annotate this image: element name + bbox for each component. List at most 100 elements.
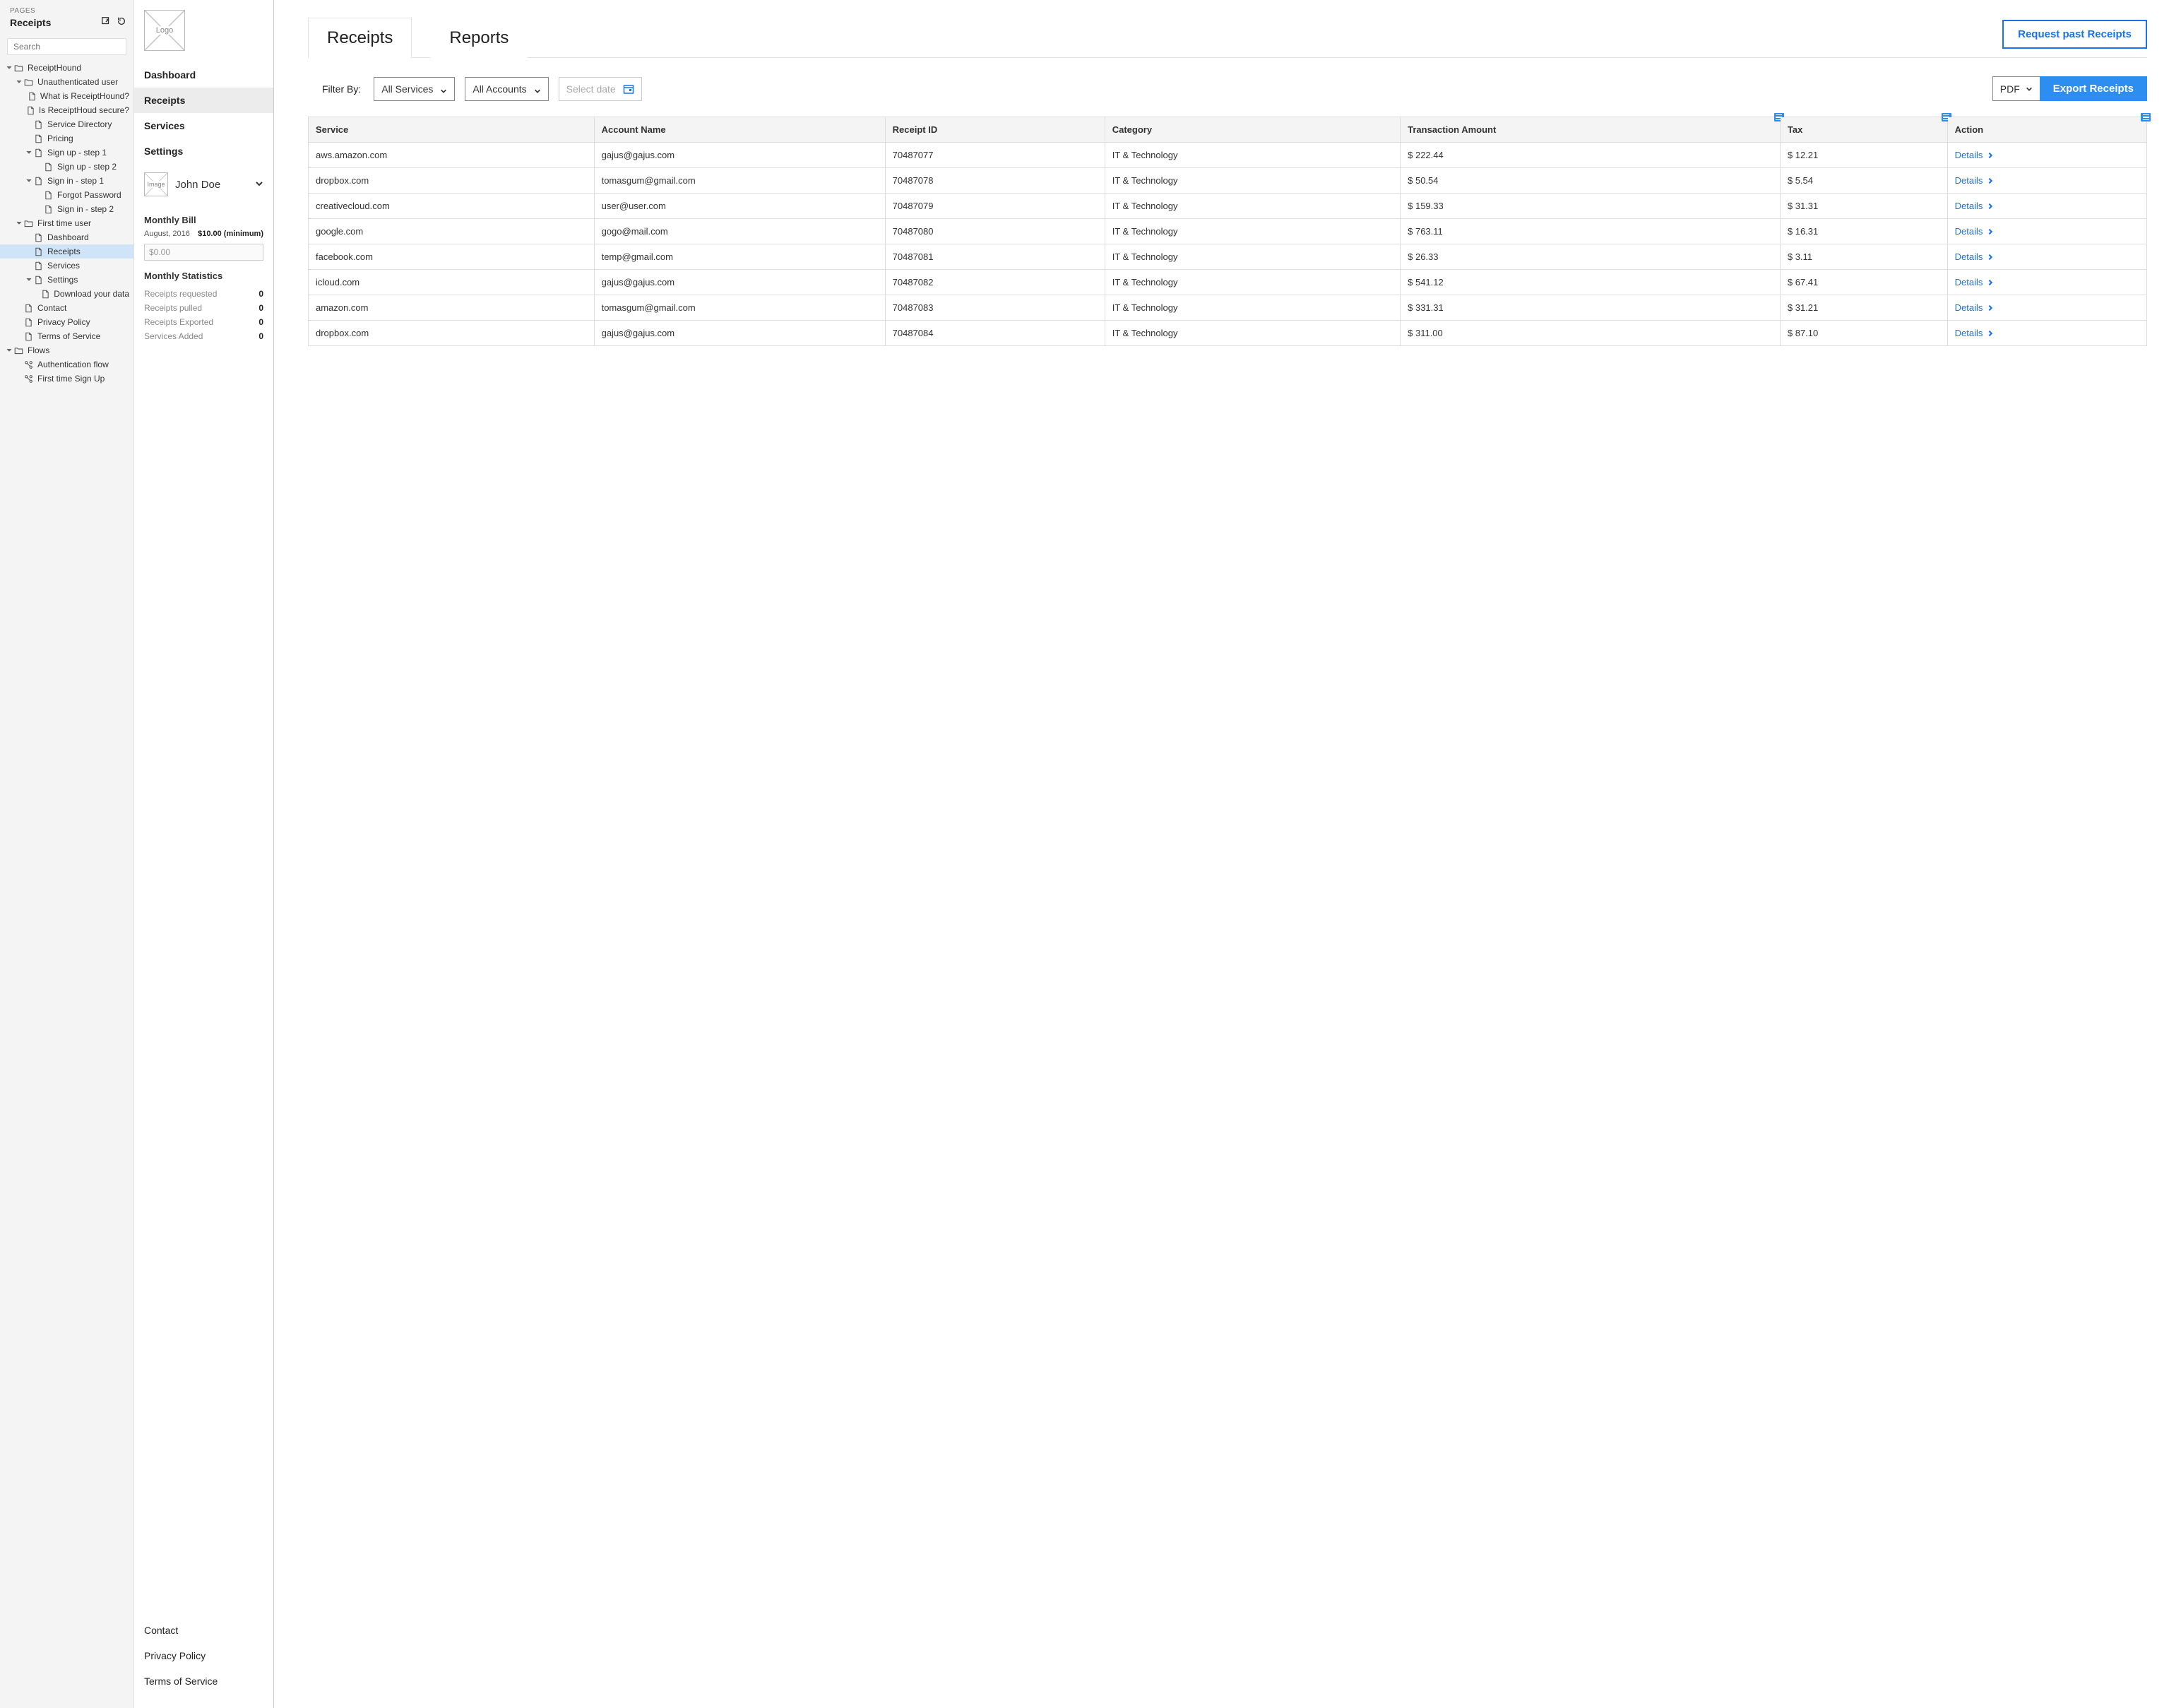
chevron-down-icon xyxy=(2026,83,2033,95)
details-link[interactable]: Details xyxy=(1955,277,1995,287)
table-cell: $ 331.31 xyxy=(1401,295,1781,321)
tree-row[interactable]: Privacy Policy xyxy=(0,315,133,329)
tree-row[interactable]: Receipts xyxy=(0,244,133,259)
caret-icon xyxy=(25,121,32,128)
page-icon xyxy=(34,120,44,129)
bill-input[interactable] xyxy=(144,244,263,261)
table-cell: icloud.com xyxy=(309,270,595,295)
tree-row[interactable]: ReceiptHound xyxy=(0,61,133,75)
date-filter-input[interactable]: Select date xyxy=(559,77,642,101)
search-input[interactable] xyxy=(7,38,126,55)
table-cell: $ 12.21 xyxy=(1780,143,1947,168)
tree-row[interactable]: Flows xyxy=(0,343,133,357)
table-cell: tomasgum@gmail.com xyxy=(594,295,885,321)
chevron-down-icon xyxy=(534,85,541,93)
tree-label: ReceiptHound xyxy=(28,63,81,73)
table-cell: $ 16.31 xyxy=(1780,219,1947,244)
details-link[interactable]: Details xyxy=(1955,302,1995,313)
details-link[interactable]: Details xyxy=(1955,175,1995,186)
stat-value: 0 xyxy=(258,289,263,299)
footer-link[interactable]: Contact xyxy=(144,1618,263,1643)
tree-row[interactable]: Sign in - step 2 xyxy=(0,202,133,216)
user-menu[interactable]: Image John Doe xyxy=(134,164,273,205)
page-icon xyxy=(44,162,54,172)
column-header: Action xyxy=(1947,117,2146,143)
table-row: icloud.comgajus@gajus.com70487082IT & Te… xyxy=(309,270,2147,295)
tree-row[interactable]: Is ReceiptHoud secure? xyxy=(0,103,133,117)
tree-label: First time Sign Up xyxy=(37,374,105,384)
tree-row[interactable]: Services xyxy=(0,259,133,273)
tree-label: Sign up - step 1 xyxy=(47,148,107,158)
table-cell: Details xyxy=(1947,295,2146,321)
table-cell: IT & Technology xyxy=(1105,321,1400,346)
details-link[interactable]: Details xyxy=(1955,150,1995,160)
stat-value: 0 xyxy=(258,317,263,327)
table-cell: Details xyxy=(1947,321,2146,346)
page-icon xyxy=(34,134,44,143)
footer-link[interactable]: Privacy Policy xyxy=(144,1643,263,1668)
export-receipts-button[interactable]: Export Receipts xyxy=(2040,76,2147,101)
tab-receipts[interactable]: Receipts xyxy=(308,18,412,58)
bill-amount: $10.00 (minimum) xyxy=(198,230,263,238)
page-icon xyxy=(41,290,50,299)
calendar-icon xyxy=(623,83,634,95)
nav-item-dashboard[interactable]: Dashboard xyxy=(134,62,273,88)
stat-label: Receipts Exported xyxy=(144,317,213,327)
table-cell: Details xyxy=(1947,194,2146,219)
account-filter-select[interactable]: All Accounts xyxy=(465,77,548,101)
tree-row[interactable]: Unauthenticated user xyxy=(0,75,133,89)
tree-row[interactable]: Sign up - step 2 xyxy=(0,160,133,174)
refresh-icon[interactable] xyxy=(117,16,126,28)
column-header: Service xyxy=(309,117,595,143)
folder-icon xyxy=(24,219,34,228)
table-cell: 70487080 xyxy=(885,219,1105,244)
tree-row[interactable]: Terms of Service xyxy=(0,329,133,343)
tree-row[interactable]: First time user xyxy=(0,216,133,230)
folder-icon xyxy=(24,78,34,87)
receipts-table: ServiceAccount NameReceipt IDCategoryTra… xyxy=(308,117,2147,346)
tree-row[interactable]: Dashboard xyxy=(0,230,133,244)
tree-row[interactable]: What is ReceiptHound? xyxy=(0,89,133,103)
export-format-select[interactable]: PDF xyxy=(1992,76,2040,101)
nav-item-services[interactable]: Services xyxy=(134,113,273,138)
tree-row[interactable]: Forgot Password xyxy=(0,188,133,202)
column-header: Transaction Amount xyxy=(1401,117,1781,143)
request-past-receipts-button[interactable]: Request past Receipts xyxy=(2002,20,2147,49)
details-link[interactable]: Details xyxy=(1955,201,1995,211)
table-cell: $ 87.10 xyxy=(1780,321,1947,346)
details-link[interactable]: Details xyxy=(1955,226,1995,237)
table-cell: Details xyxy=(1947,270,2146,295)
tree-row[interactable]: Sign in - step 1 xyxy=(0,174,133,188)
table-cell: $ 50.54 xyxy=(1401,168,1781,194)
details-link[interactable]: Details xyxy=(1955,328,1995,338)
tab-reports[interactable]: Reports xyxy=(430,18,528,58)
note-icon[interactable] xyxy=(2141,113,2151,121)
table-cell: google.com xyxy=(309,219,595,244)
table-cell: IT & Technology xyxy=(1105,219,1400,244)
table-cell: 70487083 xyxy=(885,295,1105,321)
service-filter-select[interactable]: All Services xyxy=(374,77,455,101)
table-cell: 70487078 xyxy=(885,168,1105,194)
tree-row[interactable]: Download your data xyxy=(0,287,133,301)
share-icon[interactable] xyxy=(101,16,111,28)
tree-row[interactable]: First time Sign Up xyxy=(0,372,133,386)
tree-row[interactable]: Sign up - step 1 xyxy=(0,146,133,160)
nav-item-settings[interactable]: Settings xyxy=(134,138,273,164)
caret-icon xyxy=(6,64,13,71)
details-link[interactable]: Details xyxy=(1955,251,1995,262)
caret-icon xyxy=(16,304,23,312)
tree-row[interactable]: Pricing xyxy=(0,131,133,146)
table-row: amazon.comtomasgum@gmail.com70487083IT &… xyxy=(309,295,2147,321)
tree-row[interactable]: Authentication flow xyxy=(0,357,133,372)
footer-link[interactable]: Terms of Service xyxy=(144,1668,263,1694)
table-cell: IT & Technology xyxy=(1105,143,1400,168)
stat-row: Receipts requested0 xyxy=(144,287,263,301)
table-row: creativecloud.comuser@user.com70487079IT… xyxy=(309,194,2147,219)
table-cell: 70487077 xyxy=(885,143,1105,168)
pages-panel: PAGES Receipts ReceiptHoundUnauthenticat… xyxy=(0,0,134,1708)
nav-item-receipts[interactable]: Receipts xyxy=(134,88,273,113)
tree-row[interactable]: Contact xyxy=(0,301,133,315)
tree-row[interactable]: Service Directory xyxy=(0,117,133,131)
tree-row[interactable]: Settings xyxy=(0,273,133,287)
table-cell: Details xyxy=(1947,244,2146,270)
